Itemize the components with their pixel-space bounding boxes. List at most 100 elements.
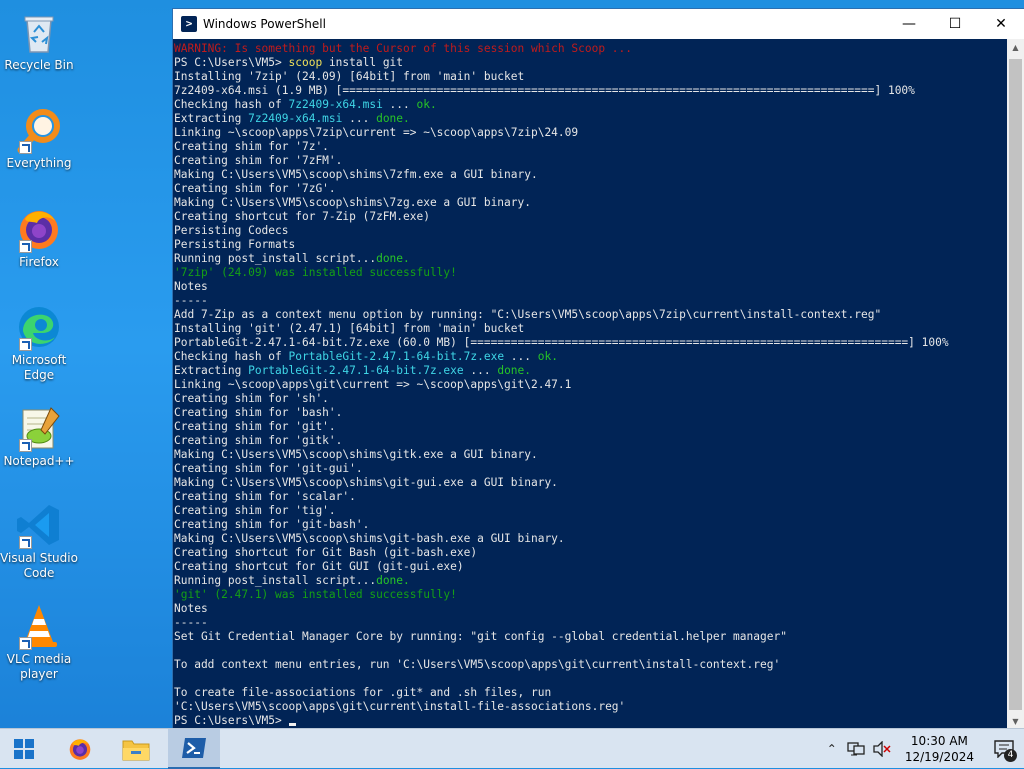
console-line: Making C:\Users\VM5\scoop\shims\git-bash… [174, 532, 1007, 546]
console-text: Extracting [174, 364, 249, 377]
recycle-bin-shortcut[interactable]: Recycle Bin [0, 8, 78, 73]
network-icon[interactable] [843, 741, 869, 757]
console-text: 'C:\Users\VM5\scoop\apps\git\current\ins… [174, 700, 626, 713]
everything-shortcut[interactable]: Everything [0, 106, 78, 171]
console-line: Making C:\Users\VM5\scoop\shims\git-gui.… [174, 476, 1007, 490]
scrollbar-thumb[interactable] [1009, 59, 1022, 710]
console-line: Notes [174, 602, 1007, 616]
vlc-media-player-shortcut[interactable]: VLC media player [0, 602, 78, 682]
console-text: 'git' (2.47.1) was installed successfull… [174, 588, 457, 601]
console-text: Making C:\Users\VM5\scoop\shims\git-gui.… [174, 476, 558, 489]
visual-studio-code-label: Visual Studio Code [0, 551, 78, 580]
taskbar-clock[interactable]: 10:30 AM 12/19/2024 [905, 733, 974, 765]
firefox-shortcut[interactable]: Firefox [0, 205, 78, 270]
start-button[interactable] [0, 729, 48, 769]
console-line: Checking hash of PortableGit-2.47.1-64-b… [174, 350, 1007, 364]
console-text: PortableGit-2.47.1-64-bit.7z.exe [288, 350, 505, 363]
console-output[interactable]: WARNING: Is something but the Cursor of … [173, 39, 1007, 730]
console-text: Running post_install script... [174, 574, 377, 587]
console-line: To create file-associations for .git* an… [174, 686, 1007, 700]
folder-icon [122, 740, 150, 761]
console-line: Creating shim for 'tig'. [174, 504, 1007, 518]
console-line: 'git' (2.47.1) was installed successfull… [174, 588, 1007, 602]
console-text: Set Git Credential Manager Core by runni… [174, 630, 787, 643]
volume-muted-icon[interactable] [869, 741, 895, 757]
console-text: ok. [416, 98, 437, 111]
console-line: Installing '7zip' (24.09) [64bit] from '… [174, 70, 1007, 84]
maximize-button[interactable]: ☐ [932, 9, 978, 39]
console-text: To create file-associations for .git* an… [174, 686, 552, 699]
taskbar-firefox[interactable] [56, 729, 104, 769]
console-text: PS C:\Users\VM5> [174, 714, 289, 727]
vlc-icon [15, 602, 63, 650]
console-text: PortableGit-2.47.1-64-bit.7z.exe [248, 364, 464, 377]
console-text: ... [504, 350, 538, 363]
vertical-scrollbar[interactable]: ▲ ▼ [1007, 39, 1024, 730]
console-text: Making C:\Users\VM5\scoop\shims\gitk.exe… [174, 448, 538, 461]
console-text: 7z2409-x64.msi (1.9 MB) [===============… [174, 84, 915, 97]
console-line: Creating shim for 'git-bash'. [174, 518, 1007, 532]
console-text: Creating shim for 'git-gui'. [174, 462, 363, 475]
notification-count-badge: 4 [1004, 749, 1017, 762]
show-hidden-icons-chevron-icon[interactable]: ⌃ [821, 742, 843, 756]
taskbar-powershell[interactable] [168, 729, 220, 769]
windows-logo-icon [14, 739, 34, 759]
shortcut-arrow-icon [19, 637, 32, 650]
console-line: Extracting 7z2409-x64.msi ... done. [174, 112, 1007, 126]
console-text: Linking ~\scoop\apps\7zip\current => ~\s… [174, 126, 579, 139]
window-titlebar[interactable]: > Windows PowerShell — ☐ ✕ [173, 9, 1024, 39]
scroll-up-arrow-icon[interactable]: ▲ [1007, 39, 1024, 56]
console-line: Creating shim for 'sh'. [174, 392, 1007, 406]
console-text: Creating shim for '7zG'. [174, 182, 336, 195]
console-line: Extracting PortableGit-2.47.1-64-bit.7z.… [174, 364, 1007, 378]
console-line: WARNING: Is something but the Cursor of … [174, 42, 1007, 56]
text-cursor [288, 723, 296, 726]
console-line: Checking hash of 7z2409-x64.msi ... ok. [174, 98, 1007, 112]
console-text: ... [382, 98, 417, 111]
minimize-button[interactable]: — [886, 9, 932, 39]
console-line: Making C:\Users\VM5\scoop\shims\7zfm.exe… [174, 168, 1007, 182]
console-line: Creating shim for '7zG'. [174, 182, 1007, 196]
console-line: Creating shim for 'gitk'. [174, 434, 1007, 448]
notepad-plus-plus-shortcut[interactable]: Notepad++ [0, 404, 78, 469]
console-text: done. [376, 574, 410, 587]
powershell-window[interactable]: > Windows PowerShell — ☐ ✕ WARNING: Is s… [173, 9, 1024, 730]
console-text: 7z2409-x64.msi [248, 112, 343, 125]
console-text: Creating shortcut for Git Bash (git-bash… [174, 546, 478, 559]
console-line: Set Git Credential Manager Core by runni… [174, 630, 1007, 644]
console-lines: WARNING: Is something but the Cursor of … [173, 39, 1007, 728]
console-text: Making C:\Users\VM5\scoop\shims\7zg.exe … [174, 196, 531, 209]
console-line: PS C:\Users\VM5> [174, 714, 1007, 728]
console-line: Creating shim for '7z'. [174, 140, 1007, 154]
console-text: Checking hash of [174, 98, 289, 111]
microsoft-edge-shortcut[interactable]: Microsoft Edge [0, 303, 78, 383]
console-line: Creating shim for 'scalar'. [174, 490, 1007, 504]
console-line: Making C:\Users\VM5\scoop\shims\7zg.exe … [174, 196, 1007, 210]
visual-studio-code-shortcut[interactable]: Visual Studio Code [0, 501, 78, 581]
console-text: install git [322, 56, 404, 69]
console-text: Creating shim for '7zFM'. [174, 154, 343, 167]
console-text: done. [376, 252, 410, 265]
console-text: WARNING: Is something but the Cursor of … [174, 42, 639, 55]
console-text: Extracting [174, 112, 249, 125]
console-line: Creating shim for 'git-gui'. [174, 462, 1007, 476]
console-line: Creating shortcut for Git Bash (git-bash… [174, 546, 1007, 560]
console-text: scoop [288, 56, 323, 69]
close-button[interactable]: ✕ [978, 9, 1024, 39]
console-line: ----- [174, 616, 1007, 630]
shortcut-arrow-icon [19, 141, 32, 154]
console-line: Creating shortcut for 7-Zip (7zFM.exe) [174, 210, 1007, 224]
console-line: PortableGit-2.47.1-64-bit.7z.exe (60.0 M… [174, 336, 1007, 350]
console-text: Running post_install script... [174, 252, 377, 265]
console-text: Creating shim for '7z'. [174, 140, 329, 153]
console-text: Making C:\Users\VM5\scoop\shims\git-bash… [174, 532, 565, 545]
taskbar-file-explorer[interactable] [112, 729, 160, 769]
system-tray: ⌃ 10:30 AM 12/19/2024 4 [821, 729, 1024, 769]
console-text: Notes [174, 280, 208, 293]
console-text: ok. [537, 350, 558, 363]
console-line: PS C:\Users\VM5> scoop install git [174, 56, 1007, 70]
console-text: Creating shim for 'bash'. [174, 406, 343, 419]
action-center-button[interactable]: 4 [984, 729, 1024, 769]
console-line: Creating shortcut for Git GUI (git-gui.e… [174, 560, 1007, 574]
